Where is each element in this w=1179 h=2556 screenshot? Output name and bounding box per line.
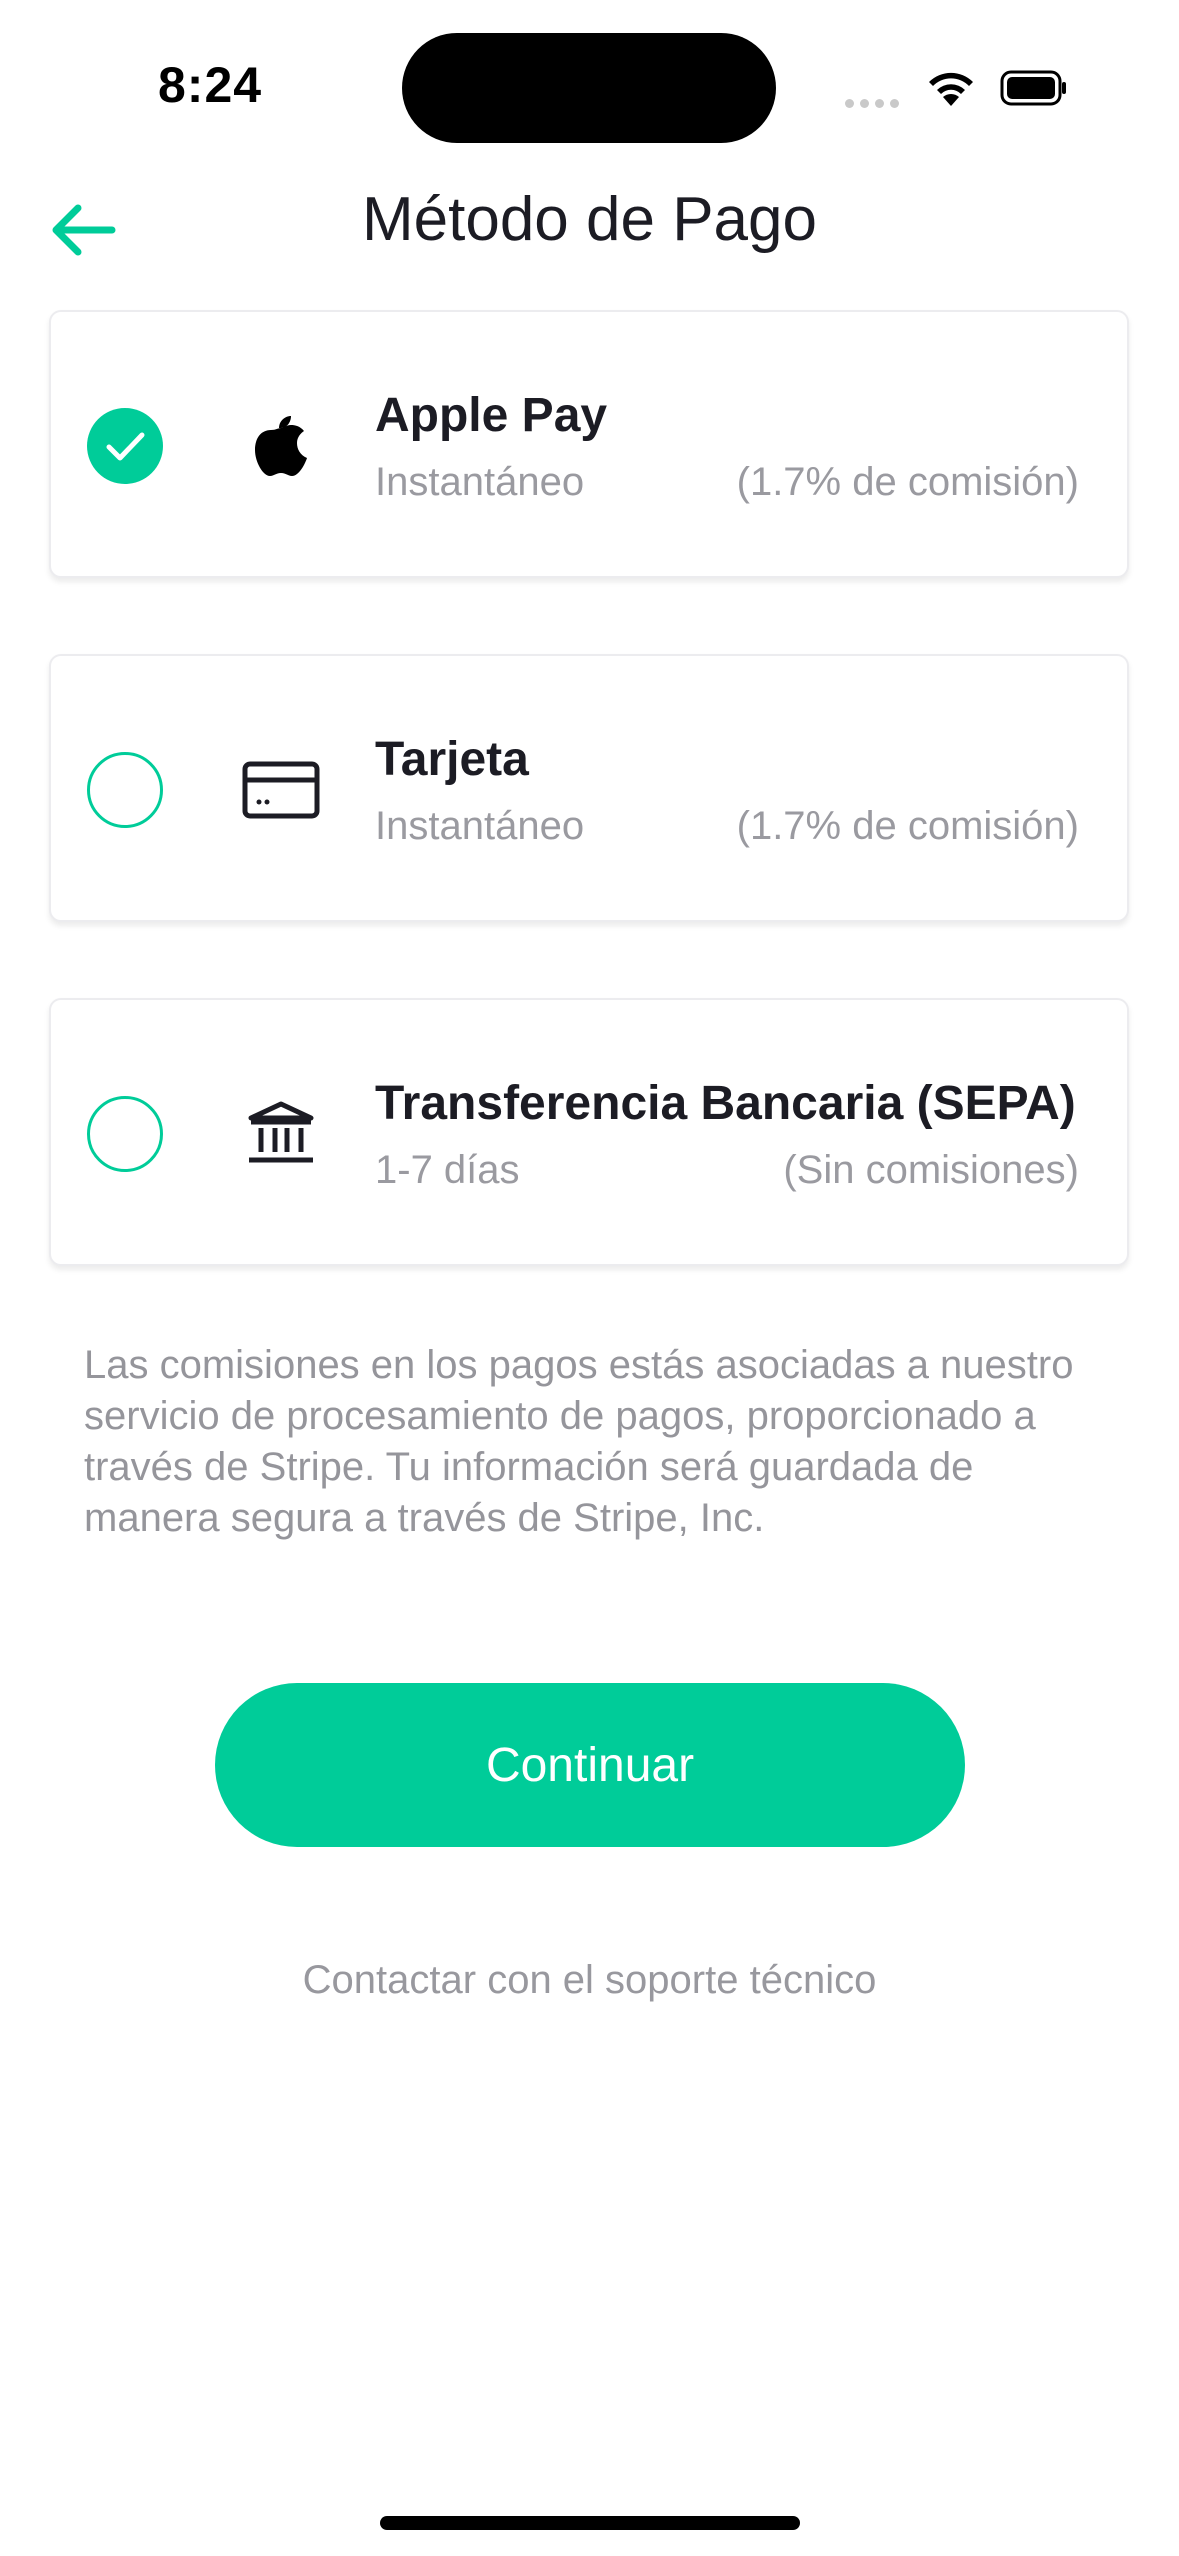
method-speed: Instantáneo	[375, 460, 585, 504]
method-name: Apple Pay	[375, 389, 608, 442]
method-name: Transferencia Bancaria (SEPA)	[375, 1077, 1076, 1130]
method-speed: 1-7 días	[375, 1148, 520, 1192]
payment-method-card[interactable]: Tarjeta Instantáneo (1.7% de comisión)	[49, 654, 1129, 922]
checkmark-icon	[106, 432, 145, 461]
page-title: Método de Pago	[361, 185, 817, 254]
bank-icon	[248, 1101, 314, 1163]
navigation-bar: Método de Pago	[0, 170, 1179, 280]
method-speed: Instantáneo	[375, 804, 585, 848]
contact-support-link[interactable]: Contactar con el soporte técnico	[0, 1958, 1179, 2003]
status-bar: 8:24	[0, 0, 1179, 160]
dynamic-island	[402, 33, 776, 143]
payment-method-sepa[interactable]: Transferencia Bancaria (SEPA) 1-7 días (…	[49, 998, 1129, 1266]
fees-disclaimer: Las comisiones en los pagos estás asocia…	[84, 1343, 1074, 1540]
payment-method-apple-pay[interactable]: Apple Pay Instantáneo (1.7% de comisión)	[49, 310, 1129, 578]
method-fee: (1.7% de comisión)	[736, 804, 1079, 848]
continue-button[interactable]: Continuar	[215, 1683, 965, 1847]
method-fee: (1.7% de comisión)	[736, 460, 1079, 504]
apple-icon	[255, 416, 307, 476]
home-indicator[interactable]	[380, 2516, 800, 2530]
cellular-signal-icon	[845, 95, 905, 113]
status-time: 8:24	[158, 57, 263, 113]
method-name: Tarjeta	[375, 733, 529, 786]
battery-icon	[1000, 70, 1066, 106]
credit-card-icon	[242, 761, 320, 819]
wifi-icon	[929, 72, 973, 106]
radio-unselected[interactable]	[87, 1096, 163, 1172]
radio-selected[interactable]	[87, 408, 163, 484]
method-fee: (Sin comisiones)	[783, 1148, 1079, 1192]
radio-unselected[interactable]	[87, 752, 163, 828]
